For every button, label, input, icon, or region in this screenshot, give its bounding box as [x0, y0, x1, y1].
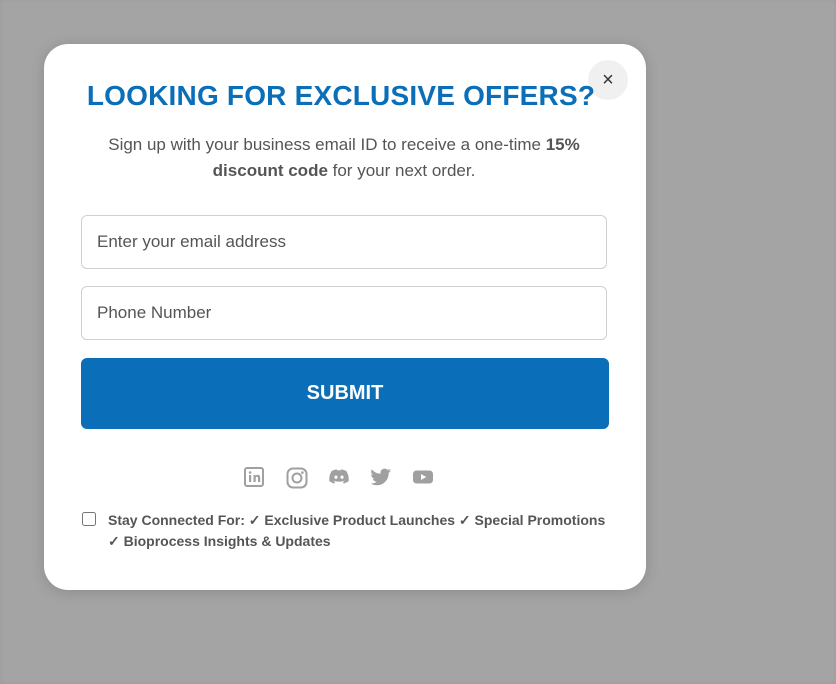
youtube-icon[interactable] — [412, 467, 434, 489]
submit-button[interactable]: SUBMIT — [81, 358, 609, 429]
subtitle-text-2: for your next order. — [327, 161, 476, 180]
modal-title: LOOKING FOR EXCLUSIVE OFFERS? — [86, 80, 596, 111]
discord-icon[interactable] — [328, 467, 350, 489]
twitter-icon[interactable] — [370, 467, 392, 489]
phone-field[interactable] — [82, 287, 606, 339]
consent-checkbox[interactable] — [82, 512, 96, 526]
phone-field-wrapper — [81, 286, 607, 340]
modal-subtitle: Sign up with your business email ID to r… — [104, 132, 584, 184]
offer-modal: × LOOKING FOR EXCLUSIVE OFFERS? Sign up … — [44, 44, 646, 590]
email-field-wrapper — [81, 215, 607, 269]
email-field[interactable] — [82, 216, 606, 268]
social-links — [244, 466, 434, 490]
instagram-icon[interactable] — [286, 467, 308, 489]
consent-label: Stay Connected For: ✓ Exclusive Product … — [108, 512, 606, 549]
subtitle-text-1: Sign up with your business email ID to r… — [108, 135, 546, 154]
linkedin-icon[interactable] — [244, 467, 266, 489]
